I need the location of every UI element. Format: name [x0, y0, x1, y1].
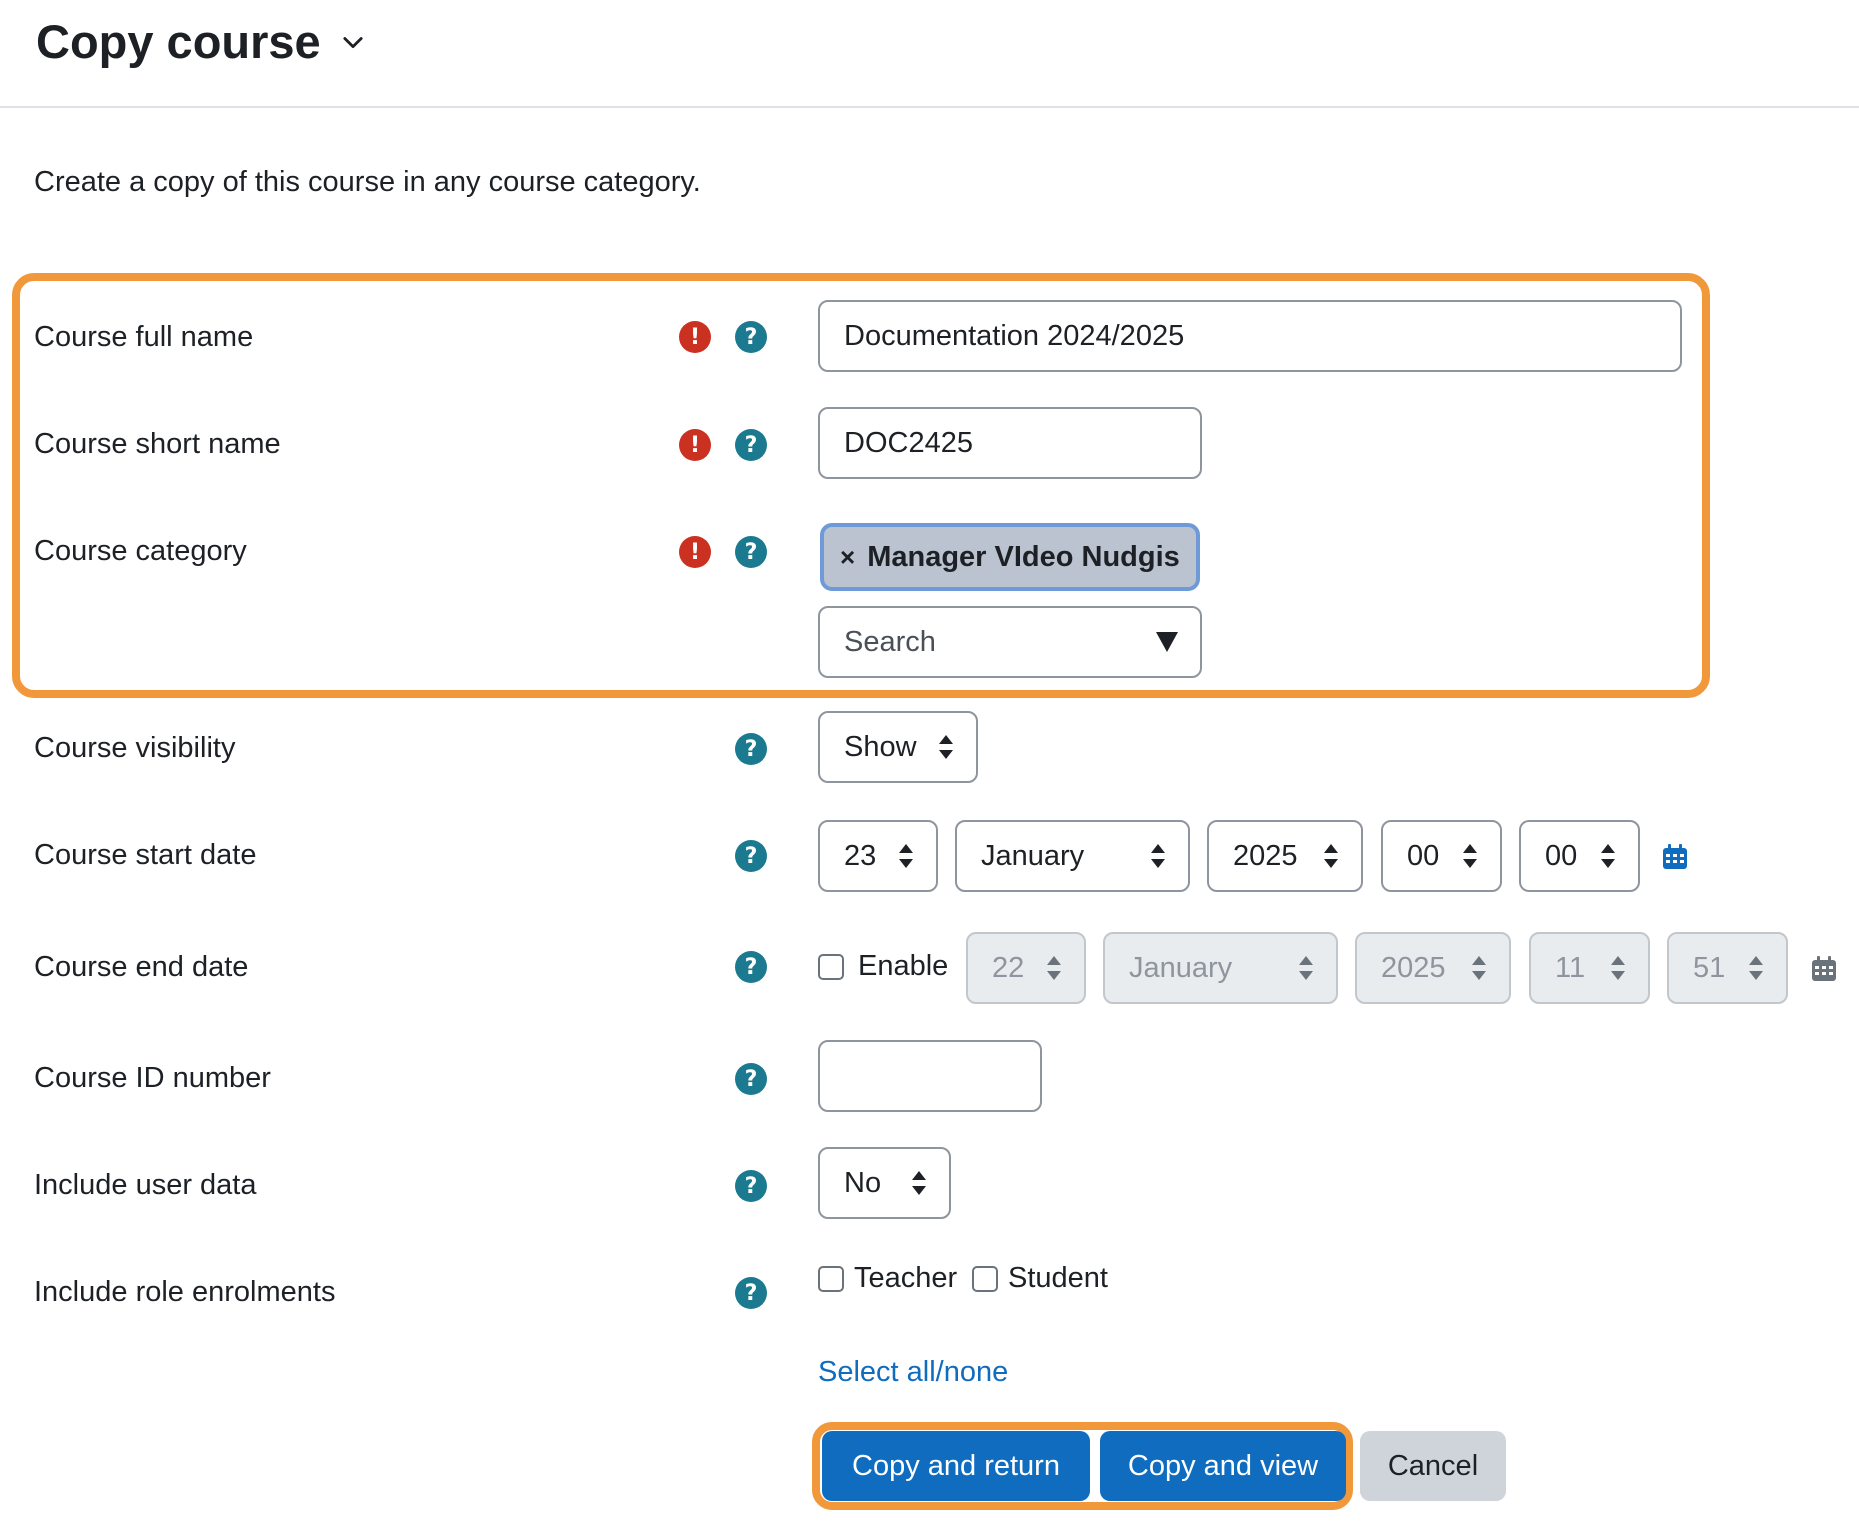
updown-arrows-icon — [1471, 955, 1487, 981]
help-question-icon[interactable]: ? — [735, 951, 767, 983]
visibility-select[interactable]: Show — [818, 711, 978, 783]
required-exclamation-icon: ! — [679, 429, 711, 461]
shortname-value: DOC2425 — [844, 426, 973, 459]
startdate-month-value: January — [981, 839, 1085, 872]
userdata-select[interactable]: No — [818, 1147, 951, 1219]
category-search-input[interactable]: Search — [818, 606, 1202, 678]
page-title: Copy course — [36, 14, 367, 70]
help-question-icon[interactable]: ? — [735, 1170, 767, 1202]
category-selected-label: Manager VIdeo Nudgis — [867, 540, 1180, 573]
shortname-input[interactable]: DOC2425 — [818, 407, 1202, 479]
updown-arrows-icon — [1610, 955, 1626, 981]
enddate-enable[interactable]: Enable — [818, 950, 948, 983]
chevron-down-icon[interactable] — [339, 28, 367, 56]
visibility-label: Course visibility — [34, 732, 236, 764]
category-label: Course category — [34, 535, 247, 567]
help-question-icon[interactable]: ? — [735, 1063, 767, 1095]
updown-arrows-icon — [1323, 843, 1339, 869]
startdate-day-value: 23 — [844, 839, 877, 872]
help-question-icon[interactable]: ? — [735, 840, 767, 872]
updown-arrows-icon — [1600, 843, 1616, 869]
shortname-label: Course short name — [34, 428, 281, 460]
help-question-icon[interactable]: ? — [735, 733, 767, 765]
enddate-year-value: 2025 — [1381, 951, 1446, 984]
startdate-hour-select[interactable]: 00 — [1381, 820, 1502, 892]
updown-arrows-icon — [911, 1170, 927, 1196]
enddate-minute-select[interactable]: 51 — [1667, 932, 1788, 1004]
role-option-student[interactable]: Student — [972, 1262, 1108, 1295]
updown-arrows-icon — [1298, 955, 1314, 981]
enddate-minute-value: 51 — [1693, 951, 1726, 984]
enddate-enable-label: Enable — [858, 950, 949, 982]
roles-label: Include role enrolments — [34, 1276, 336, 1308]
enddate-day-select[interactable]: 22 — [966, 932, 1086, 1004]
updown-arrows-icon — [898, 843, 914, 869]
required-exclamation-icon: ! — [679, 536, 711, 568]
teacher-checkbox[interactable] — [818, 1265, 844, 1292]
startdate-minute-value: 00 — [1545, 839, 1578, 872]
updown-arrows-icon — [1462, 843, 1478, 869]
enddate-hour-value: 11 — [1555, 951, 1586, 984]
startdate-day-select[interactable]: 23 — [818, 820, 938, 892]
startdate-label: Course start date — [34, 839, 257, 871]
updown-arrows-icon — [1748, 955, 1764, 981]
help-question-icon[interactable]: ? — [735, 536, 767, 568]
student-label: Student — [1008, 1262, 1108, 1294]
cancel-button[interactable]: Cancel — [1360, 1431, 1506, 1501]
help-question-icon[interactable]: ? — [735, 321, 767, 353]
calendar-icon[interactable] — [1810, 955, 1838, 983]
intro-text: Create a copy of this course in any cour… — [34, 166, 701, 198]
userdata-value: No — [844, 1166, 882, 1199]
remove-x-icon[interactable]: × — [840, 542, 855, 573]
startdate-year-select[interactable]: 2025 — [1207, 820, 1363, 892]
role-option-teacher[interactable]: Teacher — [818, 1262, 957, 1295]
visibility-value: Show — [844, 730, 917, 763]
category-selected-chip[interactable]: × Manager VIdeo Nudgis — [820, 523, 1200, 591]
startdate-month-select[interactable]: January — [955, 820, 1190, 892]
enddate-enable-checkbox[interactable] — [818, 953, 844, 980]
select-all-none-link[interactable]: Select all/none — [818, 1352, 1008, 1392]
updown-arrows-icon — [938, 734, 954, 760]
enddate-label: Course end date — [34, 951, 249, 983]
category-search-placeholder: Search — [844, 625, 936, 658]
startdate-year-value: 2025 — [1233, 839, 1298, 872]
header-divider — [0, 106, 1859, 108]
enddate-day-value: 22 — [992, 951, 1025, 984]
enddate-hour-select[interactable]: 11 — [1529, 932, 1650, 1004]
startdate-minute-select[interactable]: 00 — [1519, 820, 1640, 892]
enddate-year-select[interactable]: 2025 — [1355, 932, 1511, 1004]
updown-arrows-icon — [1150, 843, 1166, 869]
userdata-label: Include user data — [34, 1169, 257, 1201]
required-exclamation-icon: ! — [679, 321, 711, 353]
fullname-label: Course full name — [34, 321, 254, 353]
fullname-input[interactable]: Documentation 2024/2025 — [818, 300, 1682, 372]
startdate-hour-value: 00 — [1407, 839, 1440, 872]
fullname-value: Documentation 2024/2025 — [844, 319, 1185, 352]
enddate-month-value: January — [1129, 951, 1233, 984]
enddate-month-select[interactable]: January — [1103, 932, 1338, 1004]
copy-and-return-button[interactable]: Copy and return — [822, 1431, 1090, 1501]
help-question-icon[interactable]: ? — [735, 1277, 767, 1309]
student-checkbox[interactable] — [972, 1265, 998, 1292]
idnumber-input[interactable] — [818, 1040, 1042, 1112]
idnumber-label: Course ID number — [34, 1062, 271, 1094]
help-question-icon[interactable]: ? — [735, 429, 767, 461]
dropdown-caret-icon[interactable] — [1156, 632, 1178, 652]
updown-arrows-icon — [1046, 955, 1062, 981]
teacher-label: Teacher — [854, 1262, 958, 1294]
page-title-text: Copy course — [36, 15, 321, 68]
copy-and-view-button[interactable]: Copy and view — [1100, 1431, 1346, 1501]
calendar-icon[interactable] — [1661, 843, 1689, 871]
